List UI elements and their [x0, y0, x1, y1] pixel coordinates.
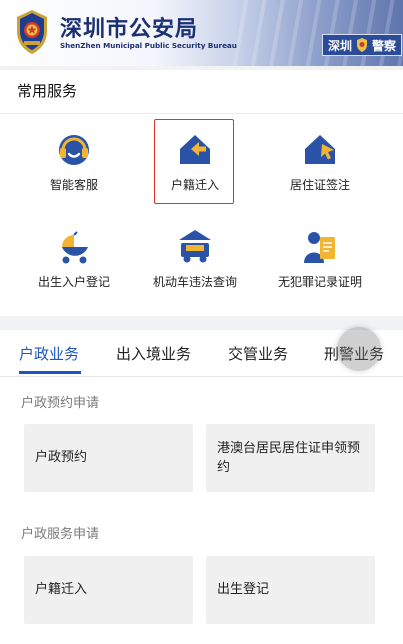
tile-label: 户政预约 [35, 450, 88, 465]
tile-household-transfer[interactable]: 户籍迁入 [24, 556, 193, 624]
mini-badge-icon [357, 38, 368, 52]
police-sign: 深圳 警察 [322, 34, 403, 56]
active-tab-indicator [19, 371, 81, 374]
service-label: 居住证签注 [289, 178, 350, 192]
tile-label: 户籍迁入 [35, 582, 88, 597]
baby-stroller-icon [62, 231, 88, 264]
app-title: 深圳市公安局 [60, 17, 199, 42]
common-services-title: 常用服务 [17, 82, 78, 100]
sign-text-2: 警察 [372, 38, 397, 53]
service-label: 出生入户登记 [37, 275, 110, 289]
section-title: 户政服务申请 [21, 527, 100, 542]
app-header: 深圳市公安局 ShenZhen Municipal Public Securit… [0, 0, 403, 66]
app-subtitle: ShenZhen Municipal Public Security Burea… [60, 41, 237, 50]
section-title: 户政预约申请 [21, 396, 100, 411]
police-badge-icon [17, 10, 47, 54]
headset-icon [59, 135, 89, 165]
floating-assist-button[interactable] [337, 327, 381, 371]
tile-hmt-residence-appointment[interactable]: 港澳台居民居住证申领预约 [206, 424, 375, 492]
tile-household-appointment[interactable]: 户政预约 [24, 424, 193, 492]
common-services-card: 常用服务 智能客服 户籍迁入 居住证签注 出生入户登记 机动车违法查询 无犯罪记… [0, 70, 403, 316]
service-label: 无犯罪记录证明 [277, 275, 362, 289]
tile-label: 出生登记 [217, 582, 270, 597]
service-no-criminal-record[interactable]: 无犯罪记录证明 [270, 227, 370, 290]
service-vehicle-violation[interactable]: 机动车违法查询 [145, 227, 245, 290]
tile-label: 港澳台居民居住证申领预约 [217, 441, 361, 475]
business-content: 户政预约申请 户政预约 港澳台居民居住证申领预约 户政服务申请 户籍迁入 出生登… [0, 377, 403, 644]
car-icon [179, 230, 211, 263]
service-smart-support[interactable]: 智能客服 [24, 130, 124, 193]
house-cursor-icon [305, 135, 335, 164]
header-decoration [230, 0, 403, 66]
service-residence-permit[interactable]: 居住证签注 [270, 130, 370, 193]
divider [0, 113, 403, 114]
sign-text: 深圳 [328, 38, 353, 53]
tab-entry-exit[interactable]: 出入境业务 [116, 343, 191, 364]
tab-traffic[interactable]: 交管业务 [228, 343, 288, 364]
tab-household[interactable]: 户政业务 [19, 343, 79, 364]
service-birth-registration[interactable]: 出生入户登记 [24, 227, 124, 290]
service-label: 机动车违法查询 [152, 275, 237, 289]
selected-highlight-frame [154, 119, 234, 204]
tile-birth-registration[interactable]: 出生登记 [206, 556, 375, 624]
service-label: 智能客服 [49, 178, 98, 192]
certificate-icon [304, 232, 335, 263]
